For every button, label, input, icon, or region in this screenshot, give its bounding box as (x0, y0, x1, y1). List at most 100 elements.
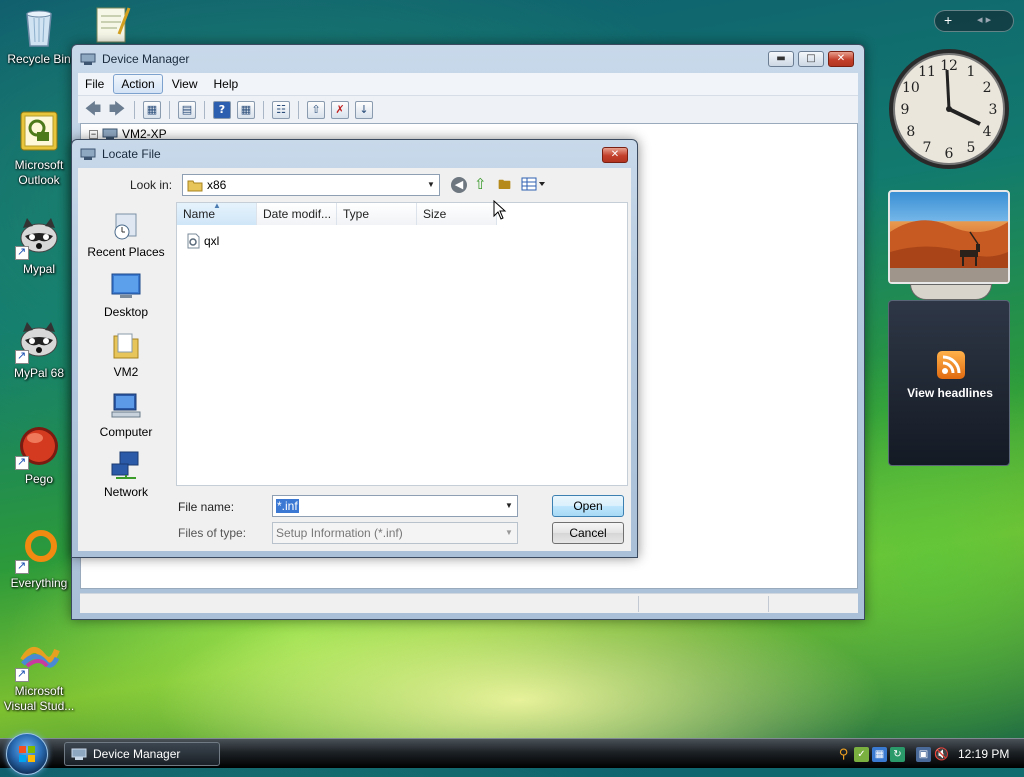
clock-numeral: 2 (983, 80, 992, 96)
properties-icon[interactable]: ▤ (178, 100, 196, 119)
desktop-icon-visual-studio[interactable]: Microsoft Visual Stud... (2, 636, 76, 714)
places-bar: Recent Places Desktop VM2 Computer Netwo… (84, 202, 168, 528)
menu-file[interactable]: File (78, 75, 111, 93)
dialog-titlebar[interactable]: Locate File (80, 144, 161, 164)
clock-numeral: 12 (940, 58, 958, 74)
place-network[interactable]: Network (84, 450, 168, 499)
clock-numeral: 3 (989, 102, 998, 118)
menu-view[interactable]: View (165, 75, 205, 93)
taskbar-item-device-manager[interactable]: Device Manager (64, 742, 220, 766)
security-icon[interactable]: ✓ (854, 746, 869, 762)
file-item[interactable]: qxl (185, 233, 219, 249)
files-of-type-dropdown[interactable]: Setup Information (*.inf) ▼ (272, 522, 518, 544)
display-icon[interactable]: ▣ (916, 746, 931, 762)
look-in-label: Look in: (130, 178, 173, 192)
visual-studio-icon (15, 636, 61, 682)
place-vm2[interactable]: VM2 (84, 330, 168, 379)
update-driver-icon[interactable]: ⇧ (307, 100, 325, 119)
back-icon[interactable]: ◀ (451, 177, 467, 193)
up-folder-icon[interactable]: ⇧ (474, 175, 487, 193)
clock-numeral: 10 (902, 80, 920, 96)
back-arrow-icon[interactable]: 🡄 (84, 100, 102, 119)
view-headlines-link[interactable]: View headlines (889, 386, 1011, 400)
new-folder-icon[interactable]: 🖿 (498, 176, 511, 198)
shortcut-arrow-icon (15, 667, 29, 682)
sync-icon[interactable]: ↻ (890, 746, 905, 762)
view-menu-icon[interactable] (521, 177, 547, 191)
look-in-value: x86 (207, 178, 227, 192)
add-gadget-button[interactable]: + (944, 12, 952, 28)
place-computer[interactable]: Computer (84, 390, 168, 439)
clock-numeral: 8 (906, 124, 915, 140)
uninstall-device-icon[interactable]: ✗ (331, 100, 349, 119)
clock-gadget[interactable]: 12 1 2 3 4 5 6 7 8 9 10 11 (888, 48, 1010, 170)
desktop-icon-label: Microsoft Visual Stud... (3, 684, 75, 713)
shortcut-arrow-icon (15, 455, 29, 470)
clock-numeral: 7 (923, 140, 932, 156)
dialog-close-button[interactable]: ✕ (602, 147, 628, 163)
volume-muted-icon[interactable]: 🔇 (934, 747, 949, 762)
search-icon[interactable]: ⚲ (836, 747, 851, 762)
disable-device-icon[interactable]: ↓ (355, 100, 373, 119)
taskbar-clock[interactable]: 12:19 PM (958, 747, 1009, 761)
view-icon[interactable]: ▦ (237, 100, 255, 119)
menu-action[interactable]: Action (113, 74, 163, 94)
chevron-down-icon[interactable]: ▼ (501, 496, 517, 516)
maximize-button[interactable]: □ (798, 51, 824, 67)
place-label: VM2 (113, 365, 139, 379)
desktop-icon-mypal-68[interactable]: MyPal 68 (2, 318, 76, 381)
start-button[interactable] (6, 733, 48, 775)
dialog-body: Look in: x86 ▼ ◀ ⇧ 🖿 Recent Places Deskt… (78, 168, 631, 551)
file-name-label: File name: (178, 500, 235, 514)
desktop-icon-mypal[interactable]: Mypal (2, 214, 76, 277)
chevron-down-icon[interactable]: ▼ (423, 175, 439, 195)
place-recent-places[interactable]: Recent Places (84, 210, 168, 259)
taskbar-item-label: Device Manager (93, 747, 181, 761)
locate-file-dialog: Locate File ✕ Look in: x86 ▼ ◀ ⇧ 🖿 Recen… (71, 139, 638, 558)
file-name-input[interactable]: *.inf (276, 499, 299, 513)
feed-headlines-gadget[interactable]: View headlines (888, 300, 1010, 466)
toolbar-separator (134, 100, 135, 119)
clock-numeral: 9 (901, 102, 910, 118)
outlook-icon (17, 110, 61, 154)
desktop-icon-everything[interactable]: Everything (2, 528, 76, 591)
slideshow-gadget[interactable] (888, 190, 1010, 284)
column-header-type[interactable]: Type (337, 203, 417, 225)
gadget-page-arrows[interactable]: ◂ ▸ (977, 13, 991, 26)
close-button[interactable]: ✕ (828, 51, 854, 67)
column-header-size[interactable]: Size (417, 203, 497, 225)
place-label: Desktop (103, 305, 149, 319)
chevron-down-icon[interactable]: ▼ (501, 523, 517, 543)
minimize-button[interactable]: ▬ (768, 51, 794, 67)
desktop-icon-outlook[interactable]: Microsoft Outlook (2, 110, 76, 188)
column-header-date-modified[interactable]: Date modif... (257, 203, 337, 225)
red-orb-icon (15, 424, 61, 470)
column-header-name[interactable]: Name ▲ (177, 201, 257, 225)
place-desktop[interactable]: Desktop (84, 270, 168, 319)
look-in-dropdown[interactable]: x86 ▼ (182, 174, 440, 196)
show-hide-console-tree-icon[interactable]: ▦ (143, 100, 161, 119)
scan-hardware-icon[interactable]: ☷ (272, 100, 290, 119)
desktop-icon-recycle-bin[interactable]: Recycle Bin (2, 4, 76, 67)
desktop-icon (110, 270, 142, 302)
file-name-combo[interactable]: *.inf ▼ (272, 495, 518, 517)
desktop-icon-label: Pego (24, 472, 54, 486)
clock-numeral: 5 (967, 140, 976, 156)
recent-places-icon (110, 210, 142, 242)
toolbar-separator (263, 100, 264, 119)
user-folder-icon (110, 330, 142, 362)
help-icon[interactable]: ? (213, 100, 231, 119)
desktop-icon-pego[interactable]: Pego (2, 424, 76, 487)
system-tray: ⚲ ✓ ▦ ↻ ▣ 🔇 12:19 PM (836, 741, 1024, 767)
menu-help[interactable]: Help (207, 75, 246, 93)
forward-arrow-icon[interactable]: 🡆 (108, 100, 126, 119)
sort-ascending-icon: ▲ (213, 201, 221, 210)
open-button[interactable]: Open (552, 495, 624, 517)
collapse-icon[interactable]: − (89, 129, 98, 139)
device-manager-titlebar[interactable]: Device Manager (80, 49, 189, 69)
network-status-icon[interactable]: ▦ (872, 746, 887, 762)
shortcut-arrow-icon (15, 349, 29, 364)
cancel-button[interactable]: Cancel (552, 522, 624, 544)
device-manager-icon (80, 53, 96, 65)
notepad-icon (89, 4, 133, 48)
